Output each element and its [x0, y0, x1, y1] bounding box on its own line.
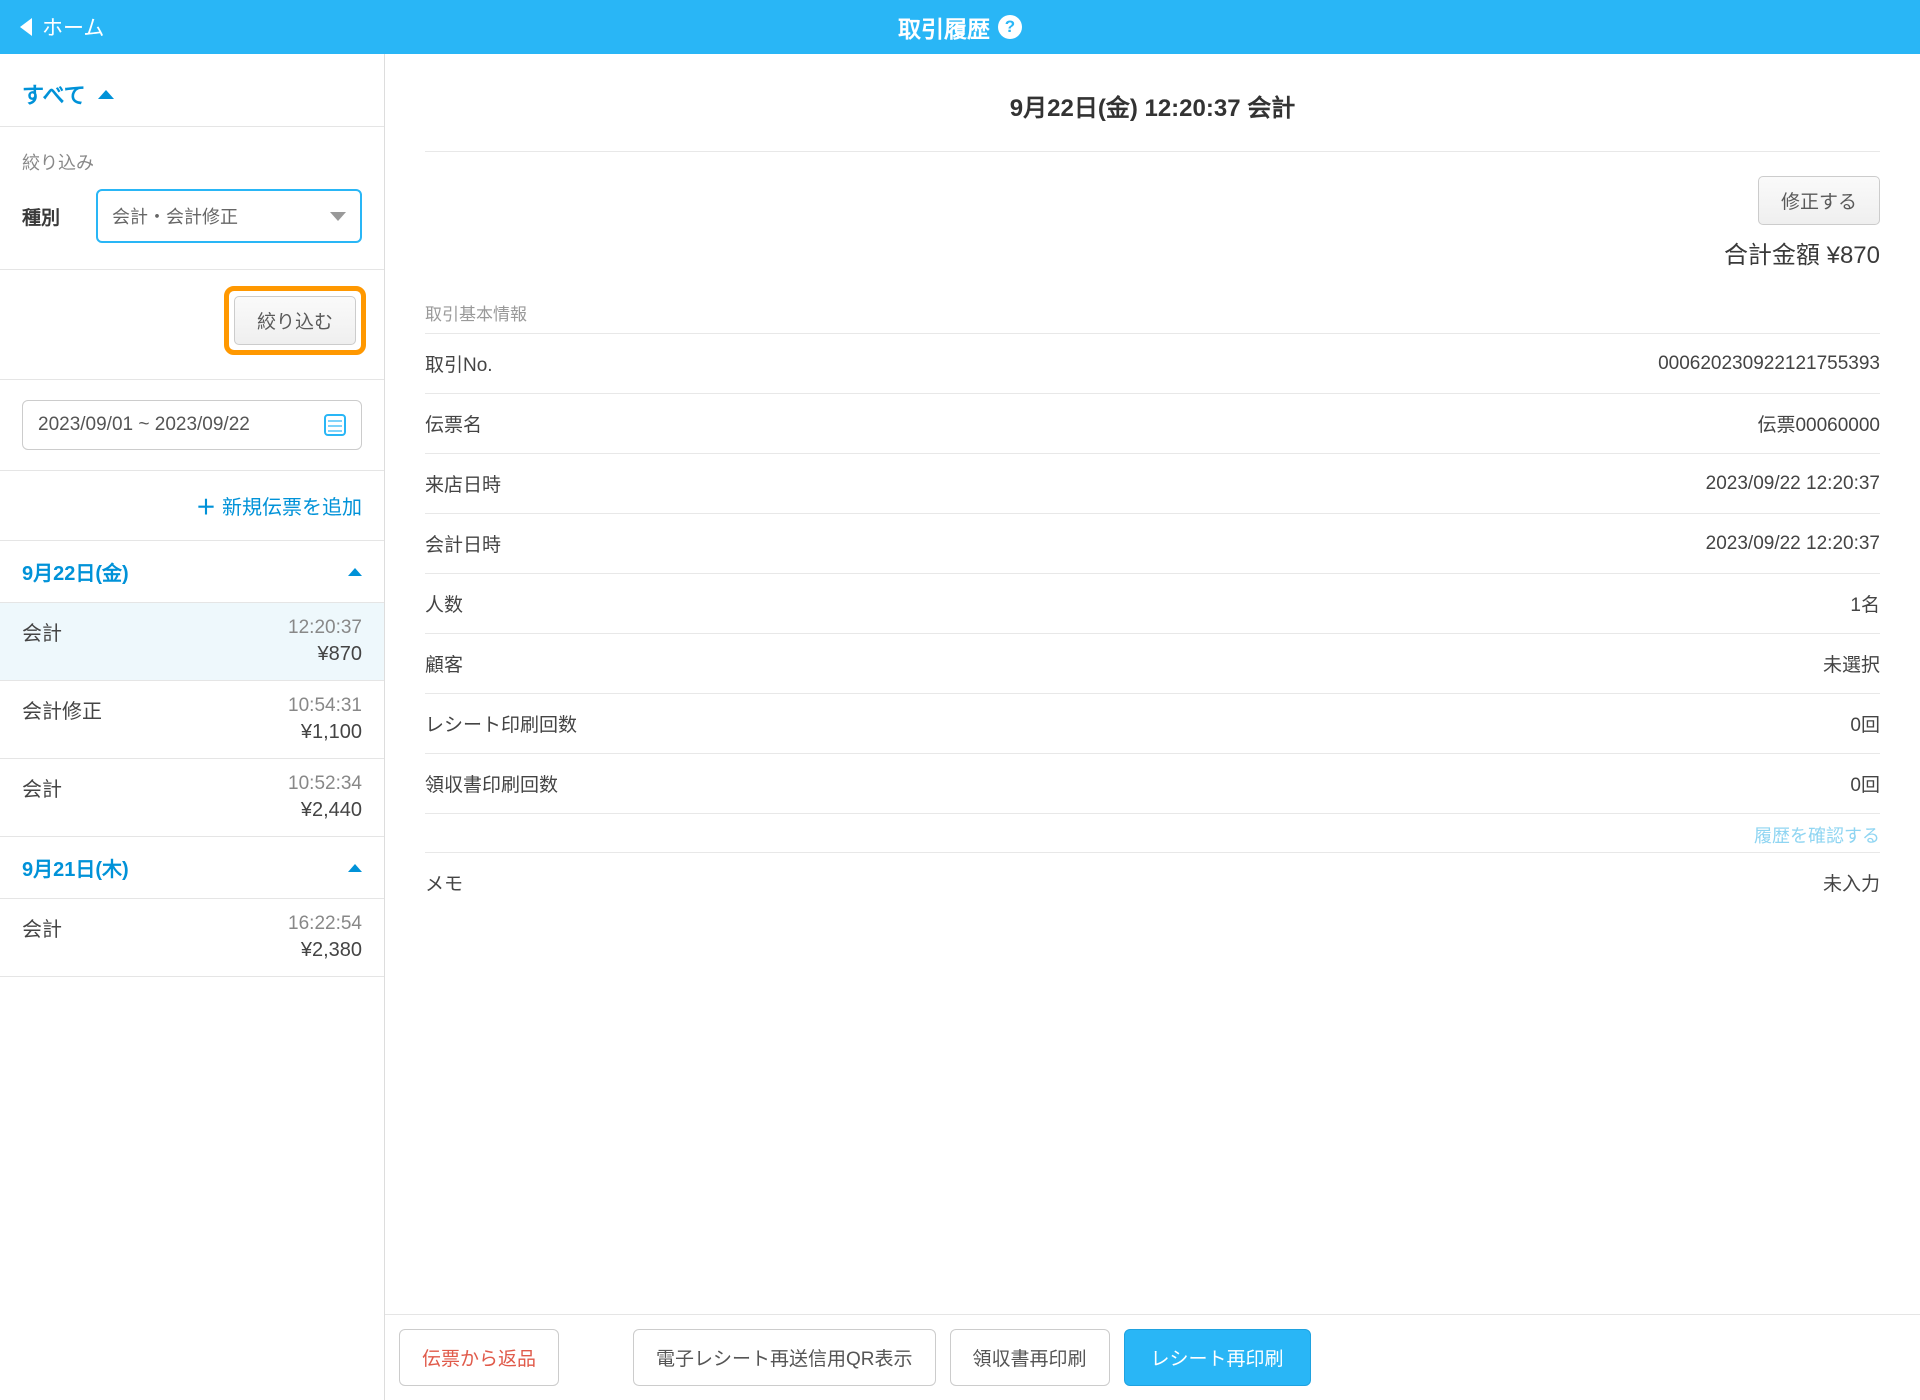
info-section-label: 取引基本情報 [425, 292, 1880, 333]
tx-amount: ¥870 [288, 643, 362, 666]
date-section-header[interactable]: 9月22日(金) [0, 541, 384, 603]
tx-right: 10:54:31 ¥1,100 [288, 695, 362, 744]
type-value: 会計・会計修正 [112, 203, 238, 229]
edit-button[interactable]: 修正する [1758, 176, 1880, 225]
info-key: 伝票名 [425, 410, 482, 437]
calendar-icon [324, 414, 346, 436]
info-row-tx-no: 取引No. 00062023​0922121755393 [425, 333, 1880, 393]
header-bar: ホーム 取引履歴 ? [0, 0, 1920, 54]
chevron-up-icon [98, 90, 114, 99]
filter-section-label: 絞り込み [22, 149, 362, 175]
info-key: 会計日時 [425, 530, 501, 557]
info-key: 来店日時 [425, 470, 501, 497]
info-row-pay: 会計日時 2023/09/22 12:20:37 [425, 513, 1880, 573]
page-title: 取引履歴 ? [898, 10, 1022, 44]
info-val: 未入力 [1823, 869, 1880, 896]
back-button[interactable]: ホーム [20, 12, 104, 42]
info-key: 人数 [425, 590, 463, 617]
footer-bar: 伝票から返品 電子レシート再送信用QR表示 領収書再印刷 レシート再印刷 [385, 1314, 1920, 1400]
info-key: レシート印刷回数 [425, 710, 577, 737]
info-row-memo: メモ 未入力 [425, 852, 1880, 912]
date-range-input[interactable]: 2023/09/01 ~ 2023/09/22 [22, 400, 362, 450]
sidebar: すべて 絞り込み 種別 会計・会計修正 絞り込む 2023/09/01 ~ 20… [0, 54, 385, 1400]
tx-right: 16:22:54 ¥2,380 [288, 913, 362, 962]
tx-type: 会計 [22, 913, 62, 962]
info-val: 0回 [1850, 710, 1880, 737]
history-link[interactable]: 履歴を確認する [425, 814, 1880, 852]
info-row-slip: 伝票名 伝票00060000 [425, 393, 1880, 453]
ryoshu-reprint-button[interactable]: 領収書再印刷 [950, 1329, 1110, 1386]
info-row-people: 人数 1名 [425, 573, 1880, 633]
tx-type: 会計修正 [22, 695, 102, 744]
transaction-item[interactable]: 会計修正 10:54:31 ¥1,100 [0, 681, 384, 759]
info-key: メモ [425, 869, 463, 896]
transaction-item[interactable]: 会計 10:52:34 ¥2,440 [0, 759, 384, 837]
page-title-text: 取引履歴 [898, 10, 990, 44]
qr-resend-button[interactable]: 電子レシート再送信用QR表示 [633, 1329, 936, 1386]
tx-time: 10:54:31 [288, 695, 362, 717]
back-label: ホーム [42, 12, 104, 42]
info-key: 領収書印刷回数 [425, 770, 558, 797]
tx-amount: ¥2,380 [288, 939, 362, 962]
total-amount: 合計金額 ¥870 [425, 235, 1880, 292]
info-val: 伝票00060000 [1757, 410, 1880, 437]
tx-time: 16:22:54 [288, 913, 362, 935]
transaction-item[interactable]: 会計 16:22:54 ¥2,380 [0, 899, 384, 977]
return-from-slip-button[interactable]: 伝票から返品 [399, 1329, 559, 1386]
type-select[interactable]: 会計・会計修正 [96, 189, 362, 243]
filter-toggle[interactable]: すべて [0, 54, 384, 127]
apply-filter-button[interactable]: 絞り込む [234, 296, 356, 345]
info-row-visit: 来店日時 2023/09/22 12:20:37 [425, 453, 1880, 513]
help-icon[interactable]: ? [998, 15, 1022, 39]
filter-body: 絞り込み 種別 会計・会計修正 [0, 127, 384, 270]
tx-right: 10:52:34 ¥2,440 [288, 773, 362, 822]
info-val: 00062023​0922121755393 [1658, 353, 1880, 375]
transaction-list: 9月22日(金) 会計 12:20:37 ¥870 会計修正 10:54:31 ¥1,100… [0, 541, 384, 977]
tx-time: 10:52:34 [288, 773, 362, 795]
date-section-label: 9月22日(金) [22, 557, 129, 586]
highlight-annotation: 絞り込む [224, 286, 366, 355]
add-slip-label: 新規伝票を追加 [222, 497, 362, 519]
info-val: 0回 [1850, 770, 1880, 797]
tx-type: 会計 [22, 617, 62, 666]
chevron-up-icon [348, 864, 362, 872]
info-key: 取引No. [425, 350, 493, 377]
detail-title: 9月22日(金) 12:20:37 会計 [425, 54, 1880, 152]
receipt-reprint-button[interactable]: レシート再印刷 [1124, 1329, 1311, 1386]
date-range-block: 2023/09/01 ~ 2023/09/22 [0, 380, 384, 471]
date-range-value: 2023/09/01 ~ 2023/09/22 [38, 414, 250, 436]
filter-all-label: すべて [22, 78, 86, 110]
filter-action-row: 絞り込む [0, 270, 384, 380]
tx-amount: ¥2,440 [288, 799, 362, 822]
chevron-down-icon [330, 212, 346, 221]
tx-time: 12:20:37 [288, 617, 362, 639]
add-slip-button[interactable]: ＋ 新規伝票を追加 [0, 471, 384, 541]
date-section-header[interactable]: 9月21日(木) [0, 837, 384, 899]
tx-type: 会計 [22, 773, 62, 822]
type-label: 種別 [22, 203, 82, 230]
info-val: 1名 [1850, 590, 1880, 617]
info-row-ryoshu-count: 領収書印刷回数 0回 [425, 753, 1880, 814]
info-val: 2023/09/22 12:20:37 [1706, 533, 1880, 555]
chevron-up-icon [348, 568, 362, 576]
detail-panel: 9月22日(金) 12:20:37 会計 修正する 合計金額 ¥870 取引基本… [385, 54, 1920, 1400]
plus-icon: ＋ [196, 497, 216, 519]
tx-amount: ¥1,100 [288, 721, 362, 744]
tx-right: 12:20:37 ¥870 [288, 617, 362, 666]
info-val: 2023/09/22 12:20:37 [1706, 473, 1880, 495]
info-row-customer: 顧客 未選択 [425, 633, 1880, 693]
info-val: 未選択 [1823, 650, 1880, 677]
info-key: 顧客 [425, 650, 463, 677]
transaction-item[interactable]: 会計 12:20:37 ¥870 [0, 603, 384, 681]
info-row-receipt-count: レシート印刷回数 0回 [425, 693, 1880, 753]
chevron-left-icon [20, 18, 32, 36]
date-section-label: 9月21日(木) [22, 853, 129, 882]
